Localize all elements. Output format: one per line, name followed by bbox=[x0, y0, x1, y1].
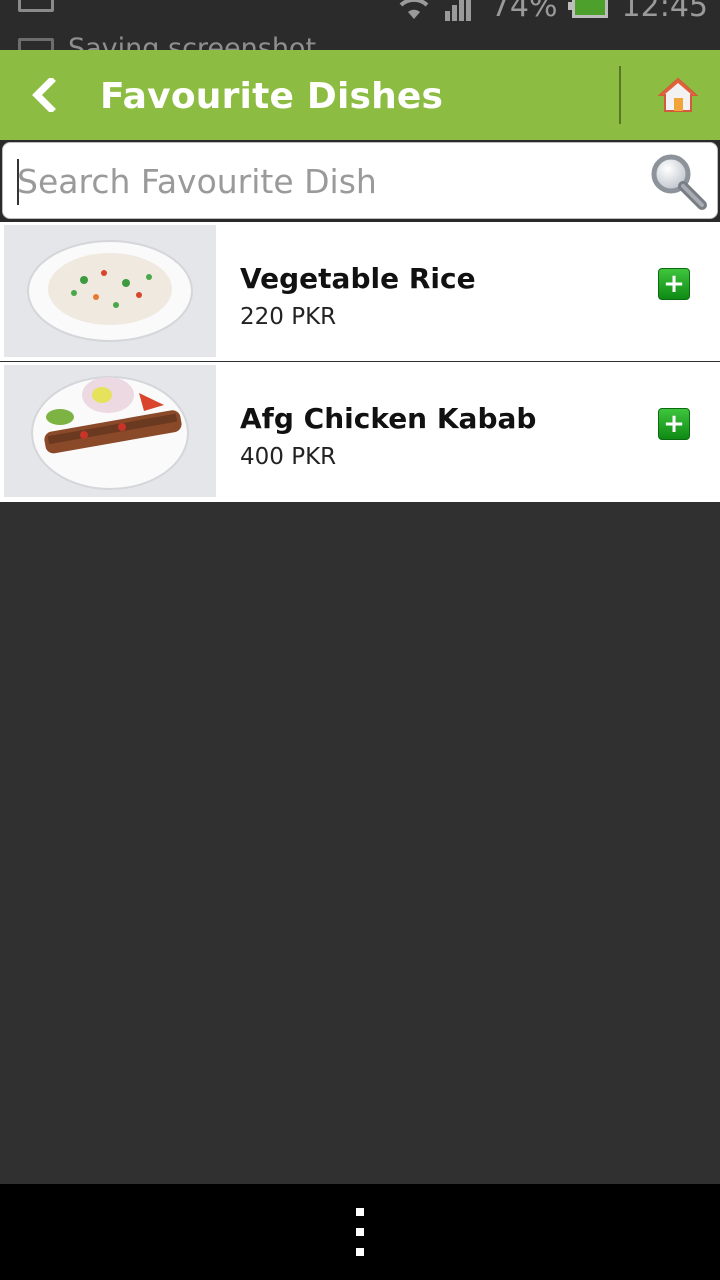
favourite-dish-list: Vegetable Rice 220 PKR + Afg Chicken Kab… bbox=[0, 222, 720, 502]
back-chevron-icon bbox=[32, 78, 56, 112]
list-item[interactable]: Vegetable Rice 220 PKR + bbox=[0, 222, 720, 362]
search-box bbox=[2, 142, 718, 219]
plus-icon: + bbox=[663, 269, 685, 299]
battery-icon bbox=[567, 0, 608, 18]
signal-icon bbox=[444, 0, 477, 21]
status-ticker: Saving screenshot bbox=[68, 33, 317, 51]
back-button[interactable] bbox=[14, 70, 74, 120]
menu-dot bbox=[356, 1208, 364, 1216]
add-dish-button[interactable]: + bbox=[658, 268, 690, 300]
page-title: Favourite Dishes bbox=[100, 76, 444, 117]
clock: 12:45 bbox=[621, 0, 708, 24]
text-caret bbox=[17, 159, 19, 205]
menu-dot bbox=[356, 1228, 364, 1236]
app-bar-divider bbox=[619, 66, 621, 124]
screenshot-notification-icon bbox=[18, 0, 54, 12]
navigation-bar bbox=[0, 1184, 720, 1280]
menu-dot bbox=[356, 1248, 364, 1256]
gallery-notification-icon bbox=[18, 38, 54, 50]
search-bar bbox=[0, 140, 720, 222]
dish-image bbox=[4, 225, 216, 357]
home-icon bbox=[658, 77, 698, 112]
overflow-menu-icon[interactable] bbox=[342, 1208, 378, 1256]
magnifier-icon bbox=[651, 154, 707, 210]
dish-name: Vegetable Rice bbox=[240, 262, 476, 295]
wifi-icon bbox=[397, 0, 431, 21]
app-bar: Favourite Dishes bbox=[0, 50, 720, 140]
battery-percent: 74% bbox=[490, 0, 558, 24]
status-bar: Saving screenshot 74% 12:45 bbox=[0, 0, 720, 50]
dish-image bbox=[4, 365, 216, 497]
plus-icon: + bbox=[663, 409, 685, 439]
status-right: 74% 12:45 bbox=[397, 0, 708, 26]
search-button[interactable] bbox=[645, 149, 711, 215]
dish-name: Afg Chicken Kabab bbox=[240, 402, 537, 435]
list-item[interactable]: Afg Chicken Kabab 400 PKR + bbox=[0, 362, 720, 502]
dish-price: 220 PKR bbox=[240, 304, 337, 330]
search-input[interactable] bbox=[17, 153, 637, 209]
add-dish-button[interactable]: + bbox=[658, 408, 690, 440]
home-button[interactable] bbox=[640, 64, 716, 126]
dish-price: 400 PKR bbox=[240, 444, 337, 470]
